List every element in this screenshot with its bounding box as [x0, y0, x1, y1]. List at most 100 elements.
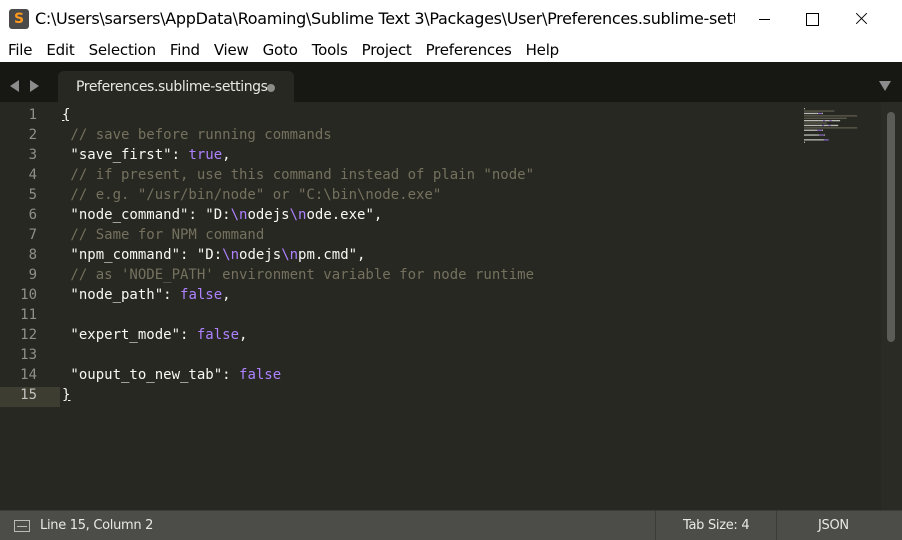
maximize-button[interactable] — [789, 0, 835, 38]
tab-bar: Preferences.sublime-settings — [0, 62, 902, 102]
code-token: , — [239, 327, 248, 343]
menu-project[interactable]: Project — [355, 38, 419, 62]
code-token: odejs — [239, 247, 282, 263]
menu-tools[interactable]: Tools — [305, 38, 355, 62]
code-line[interactable] — [62, 347, 802, 367]
menu-view[interactable]: View — [207, 38, 256, 62]
code-token: // as 'NODE_PATH' environment variable f… — [62, 267, 535, 283]
tab-nav-right-icon[interactable] — [30, 80, 39, 92]
minimap-token — [804, 122, 827, 124]
code-token: } — [62, 387, 71, 403]
line-number: 5 — [28, 187, 37, 203]
code-line[interactable]: "node_path": false, — [62, 287, 802, 307]
minimap-token — [823, 134, 825, 136]
line-number: 12 — [20, 327, 37, 343]
minimap[interactable] — [803, 107, 879, 147]
code-line[interactable]: // save before running commands — [62, 127, 802, 147]
unsaved-dot-icon[interactable] — [267, 84, 275, 92]
minimap-token — [817, 134, 820, 136]
code-line[interactable]: // Same for NPM command — [62, 227, 802, 247]
line-number: 8 — [28, 247, 37, 263]
minimize-button[interactable] — [742, 0, 788, 38]
line-number: 14 — [20, 367, 37, 383]
code-token: \n — [230, 207, 248, 223]
code-line[interactable]: "save_first": true, — [62, 147, 802, 167]
code-token: // if present, use this command instead … — [62, 167, 535, 183]
line-number: 1 — [28, 107, 37, 123]
scrollbar-thumb[interactable] — [887, 112, 895, 342]
menu-goto[interactable]: Goto — [256, 38, 305, 62]
code-token: false — [239, 367, 282, 383]
minimap-token — [822, 139, 824, 141]
code-token: \n — [289, 207, 307, 223]
code-view[interactable]: { // save before running commands "save_… — [62, 107, 802, 407]
line-number: 13 — [20, 347, 37, 363]
minimap-token — [804, 117, 847, 119]
panel-toggle-icon[interactable] — [14, 520, 30, 532]
code-line[interactable]: // e.g. "/usr/bin/node" or "C:\bin\node.… — [62, 187, 802, 207]
code-line[interactable]: // if present, use this command instead … — [62, 167, 802, 187]
menu-selection[interactable]: Selection — [82, 38, 163, 62]
code-token: false — [196, 327, 240, 343]
code-line[interactable]: "ouput_to_new_tab": false — [62, 367, 802, 387]
minimap-token — [831, 120, 841, 122]
menu-file[interactable]: File — [1, 38, 39, 62]
editor-area[interactable]: 1 2 3 4 5 6 7 8 9 10 11 12 13 14 15 { // save before r… — [0, 102, 902, 510]
sublime-text-app-icon — [9, 9, 29, 29]
tab-size-indicator[interactable]: Tab Size: 4 — [683, 518, 750, 533]
code-token: false — [180, 287, 223, 303]
code-token: , — [222, 147, 231, 163]
code-token: : — [163, 287, 181, 303]
line-number: 11 — [20, 307, 37, 323]
minimap-token — [816, 112, 819, 115]
line-number: 3 — [28, 147, 37, 163]
minimap-token — [804, 124, 818, 127]
code-token: , — [222, 287, 231, 303]
minimap-token — [804, 110, 835, 112]
tab-nav-left-icon[interactable] — [10, 80, 19, 92]
code-line[interactable]: } — [62, 387, 802, 407]
vertical-scrollbar[interactable] — [881, 102, 902, 510]
tab-list-dropdown-icon[interactable] — [879, 81, 891, 91]
code-token: : — [171, 147, 189, 163]
line-number: 9 — [28, 267, 37, 283]
close-button[interactable] — [836, 0, 882, 38]
code-line[interactable]: // as 'NODE_PATH' environment variable f… — [62, 267, 802, 287]
line-number-gutter: 1 2 3 4 5 6 7 8 9 10 11 12 13 14 15 — [0, 107, 60, 407]
code-token: : — [222, 367, 240, 383]
line-number: 10 — [20, 287, 37, 303]
minimap-token — [830, 124, 839, 127]
menu-edit[interactable]: Edit — [39, 38, 81, 62]
code-line[interactable] — [62, 307, 802, 327]
minimap-token — [804, 129, 816, 131]
status-divider — [776, 511, 777, 540]
code-token: ode.exe", — [306, 207, 383, 223]
code-token: : — [180, 327, 197, 343]
menu-find[interactable]: Find — [163, 38, 207, 62]
syntax-indicator[interactable]: JSON — [818, 518, 849, 533]
menu-bar: File Edit Selection Find View Goto Tools… — [0, 38, 902, 62]
code-token: // save before running commands — [62, 127, 332, 143]
code-token: { — [62, 107, 71, 123]
status-divider — [655, 511, 656, 540]
title-bar: C:\Users\sarsers\AppData\Roaming\Sublime… — [0, 0, 902, 38]
code-line[interactable]: { — [62, 107, 802, 127]
minimap-token — [804, 112, 817, 115]
code-line[interactable]: "node_command": "D:\nodejs\node.exe", — [62, 207, 802, 227]
minimap-token — [817, 129, 823, 131]
code-token: odejs — [247, 207, 290, 223]
code-token: "node_command" — [62, 207, 189, 223]
code-token: "expert_mode" — [62, 327, 181, 343]
minimap-token — [804, 139, 823, 141]
minimap-token — [822, 112, 823, 115]
minimap-token — [823, 124, 829, 127]
minimap-token — [804, 134, 818, 136]
code-token: \n — [281, 247, 299, 263]
menu-preferences[interactable]: Preferences — [419, 38, 519, 62]
code-line[interactable]: "expert_mode": false, — [62, 327, 802, 347]
menu-help[interactable]: Help — [519, 38, 566, 62]
tab-preferences-settings[interactable]: Preferences.sublime-settings — [58, 71, 294, 102]
cursor-position: Line 15, Column 2 — [40, 518, 154, 533]
line-number: 7 — [28, 227, 37, 243]
code-line[interactable]: "npm_command": "D:\nodejs\npm.cmd", — [62, 247, 802, 267]
